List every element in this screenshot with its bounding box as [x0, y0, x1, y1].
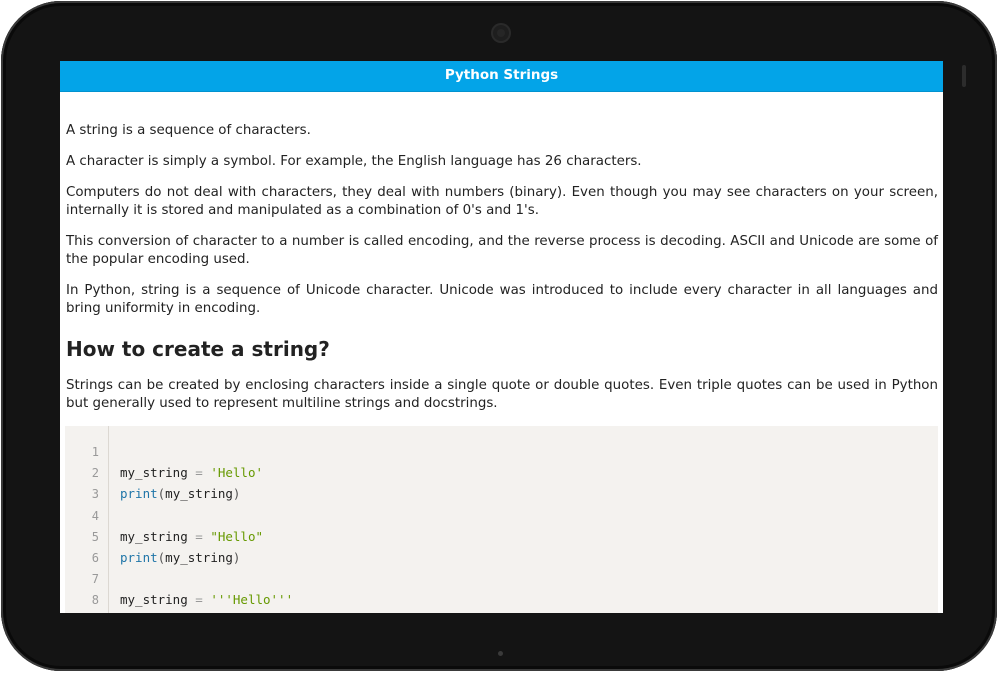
code-variable: my_string — [120, 529, 196, 544]
tablet-frame: Python Strings A string is a sequence of… — [1, 1, 997, 671]
code-paren: ) — [232, 486, 241, 501]
side-button-icon[interactable] — [962, 65, 966, 87]
code-string: '''Hello''' — [202, 592, 294, 607]
code-function: print — [120, 550, 158, 565]
line-number: 4 — [91, 509, 99, 523]
code-text: print(my_string) — [120, 483, 240, 504]
app-bar: Python Strings — [60, 61, 943, 92]
line-number: 3 — [91, 487, 99, 501]
article-content: A string is a sequence of characters. A … — [60, 92, 943, 613]
code-text: my_string = 'Hello' — [120, 462, 263, 483]
code-operator: = — [195, 529, 203, 544]
screen: Python Strings A string is a sequence of… — [60, 61, 943, 613]
line-number: 5 — [91, 530, 99, 544]
code-block[interactable]: 1 2 my_string = 'Hello' 3 print(my_strin… — [65, 426, 938, 613]
article-paragraph: This conversion of character to a number… — [66, 234, 938, 267]
code-text: my_string = "Hello" — [120, 526, 263, 547]
article-paragraph: A string is a sequence of characters. — [66, 123, 311, 138]
code-line: 3 print(my_string) — [65, 483, 938, 504]
home-indicator-icon[interactable] — [498, 651, 503, 656]
code-variable: my_string — [120, 592, 196, 607]
app-bar-title: Python Strings — [444, 67, 559, 83]
code-line: 8 my_string = '''Hello''' — [65, 589, 938, 610]
code-line: 2 my_string = 'Hello' — [65, 462, 938, 483]
code-operator: = — [195, 465, 203, 480]
line-number: 1 — [91, 445, 99, 459]
code-text: print(my_string) — [120, 547, 240, 568]
code-argument: my_string — [165, 486, 233, 501]
code-line: 6 print(my_string) — [65, 547, 938, 568]
article-paragraph: Computers do not deal with characters, t… — [66, 185, 938, 218]
code-line: 4 — [65, 505, 938, 526]
code-text: my_string = '''Hello''' — [120, 589, 293, 610]
code-line: 7 — [65, 568, 938, 589]
code-operator: = — [195, 592, 203, 607]
front-camera-icon — [491, 23, 511, 43]
section-paragraph: Strings can be created by enclosing char… — [66, 378, 938, 411]
line-number: 6 — [91, 551, 99, 565]
section-heading: How to create a string? — [66, 337, 330, 361]
code-string: 'Hello' — [202, 465, 264, 480]
code-variable: my_string — [120, 465, 196, 480]
article-paragraph: A character is simply a symbol. For exam… — [66, 154, 642, 169]
code-string: "Hello" — [202, 529, 264, 544]
code-line: 1 — [65, 441, 938, 462]
code-argument: my_string — [165, 550, 233, 565]
code-function: print — [120, 486, 158, 501]
article-paragraph: In Python, string is a sequence of Unico… — [66, 283, 938, 316]
line-number: 7 — [91, 572, 99, 586]
line-number: 2 — [91, 466, 99, 480]
code-paren: ) — [232, 550, 241, 565]
code-line: 5 my_string = "Hello" — [65, 526, 938, 547]
line-number: 8 — [91, 593, 99, 607]
